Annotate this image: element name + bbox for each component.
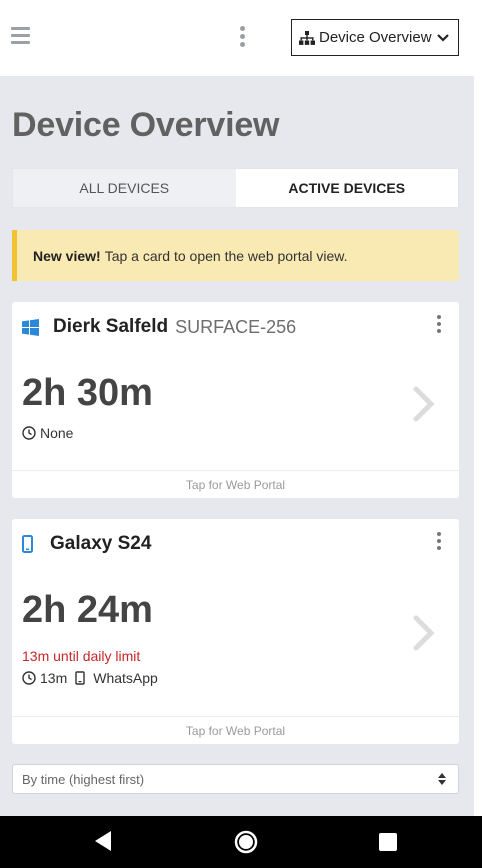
hamburger-icon[interactable] [11,27,30,45]
device-name: SURFACE-256 [175,316,297,337]
card-more-icon[interactable] [437,532,443,553]
scrollbar[interactable] [474,0,482,816]
mobile-app-icon [75,671,85,685]
limit-value: None [40,425,74,441]
sort-value: By time (highest first) [22,771,145,787]
page-title: Device Overview [12,106,280,144]
notice-bold: New view! [33,247,101,264]
daily-limit-warning: 13m until daily limit [22,648,141,664]
new-view-notice: New view! Tap a card to open the web por… [12,230,459,281]
recents-icon[interactable] [378,832,398,852]
device-name: Galaxy S24 [50,533,152,554]
chevron-right-icon [413,615,435,651]
system-nav-bar [0,816,482,868]
usage-time: 2h 24m [22,589,153,631]
card-more-icon[interactable] [437,315,443,336]
clock-icon [22,671,36,685]
chevron-down-icon [436,33,449,42]
web-portal-link[interactable]: Tap for Web Portal [12,716,459,744]
windows-icon [22,318,39,336]
time-limit-info: None [22,425,73,441]
chevron-right-icon [413,386,435,422]
device-card-surface[interactable]: Dierk Salfeld SURFACE-256 2h 30m None Ta… [12,302,459,498]
more-options-icon[interactable] [237,26,247,48]
sort-updown-icon [438,773,446,785]
view-select-button[interactable]: Device Overview [291,19,459,56]
web-portal-link[interactable]: Tap for Web Portal [12,470,459,498]
limit-value: 13m [40,670,68,686]
app-bar: Device Overview [0,0,474,76]
sort-select[interactable]: By time (highest first) [12,764,459,794]
device-card-galaxy[interactable]: Galaxy S24 2h 24m 13m until daily limit … [12,519,459,744]
clock-icon [22,426,36,440]
view-select-label: Device Overview [319,29,432,46]
phone-icon [22,535,33,553]
tab-active-devices[interactable]: ACTIVE DEVICES [235,169,458,207]
usage-time: 2h 30m [22,372,153,414]
home-icon[interactable] [234,830,258,854]
user-name: Dierk Salfeld [53,316,169,337]
tab-all-devices[interactable]: ALL DEVICES [13,169,236,207]
app-name: WhatsApp [93,670,158,686]
card-header: Galaxy S24 [22,533,151,555]
sitemap-icon [299,30,315,45]
notice-text: Tap a card to open the web portal view. [104,247,348,264]
time-limit-info: 13m WhatsApp [22,670,158,686]
device-tabs: ALL DEVICES ACTIVE DEVICES [12,168,459,208]
back-icon[interactable] [93,830,113,852]
card-header: Dierk Salfeld SURFACE-256 [22,316,296,338]
